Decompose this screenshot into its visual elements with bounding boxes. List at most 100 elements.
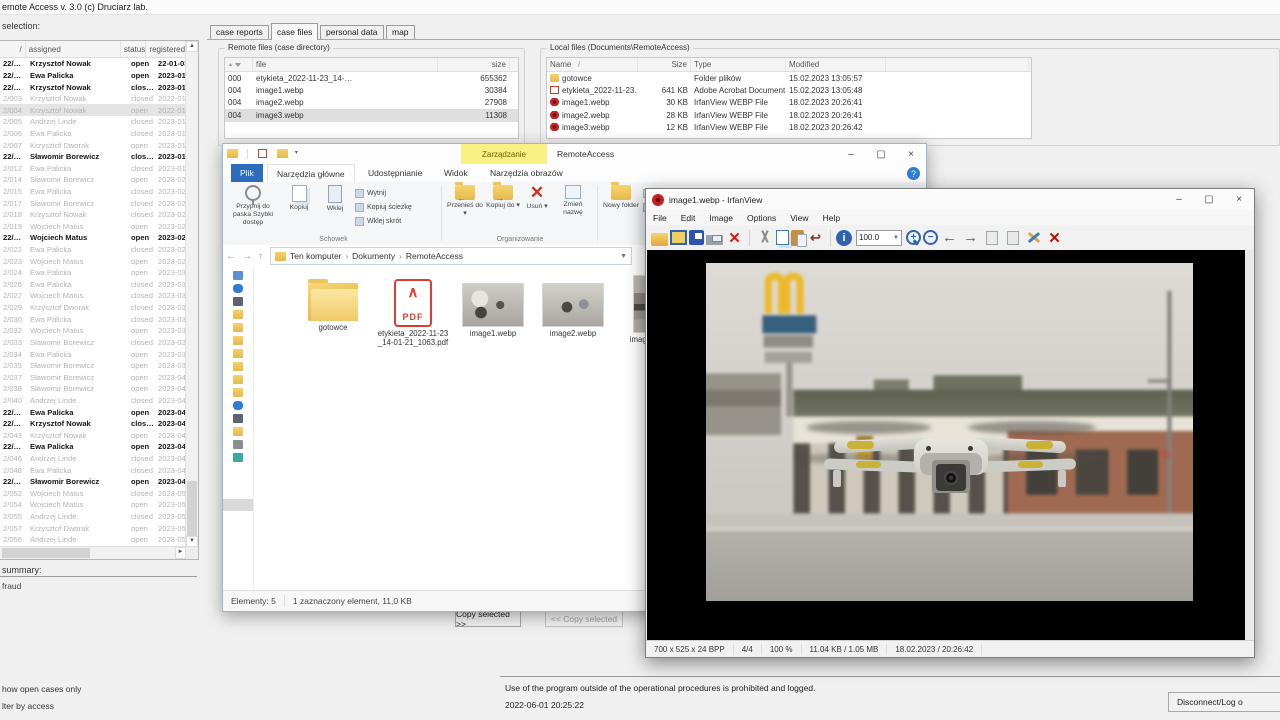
- folder-icon[interactable]: [233, 427, 243, 436]
- exit-icon[interactable]: ✕: [1045, 228, 1064, 247]
- remote-file-row[interactable]: 000 etykieta_2022-11-23_14-… 655362: [225, 72, 518, 84]
- chevron-down-icon[interactable]: ▾: [295, 150, 298, 156]
- app-tab[interactable]: personal data: [320, 25, 384, 39]
- minimize-button[interactable]: –: [1164, 189, 1194, 209]
- ribbon-small-button[interactable]: Wytnij: [355, 186, 412, 200]
- remote-col-file[interactable]: file: [253, 58, 438, 71]
- ribbon-small-button[interactable]: Kopiuj ścieżkę: [355, 200, 412, 214]
- pin-quick-access-button[interactable]: Przypnij do paska Szybki dostęp: [231, 185, 275, 226]
- onedrive-icon[interactable]: [233, 284, 243, 293]
- case-row[interactable]: 2/023 Wojciech Matus open 2023-02-26: [0, 255, 186, 267]
- etykieta_2022-11-23…[interactable]: etykieta_2022-11-23… 641 KB Adobe Acroba…: [547, 84, 1031, 96]
- copy-button[interactable]: Kopiuj: [281, 185, 317, 212]
- zoom-out-icon[interactable]: −: [923, 230, 938, 245]
- case-table-hscrollbar[interactable]: ►: [0, 546, 186, 559]
- app-tab[interactable]: case files: [271, 23, 318, 40]
- case-row[interactable]: 22/… Ewa Palicka open 2023-01…: [0, 70, 186, 82]
- undo-icon[interactable]: ↩: [806, 228, 825, 247]
- thumbnails-icon[interactable]: [670, 230, 687, 245]
- paste-icon[interactable]: [791, 230, 804, 246]
- open-icon[interactable]: [651, 233, 668, 246]
- breadcrumb-root[interactable]: Ten komputer: [290, 251, 342, 261]
- col-header-assigned[interactable]: assigned: [26, 41, 121, 57]
- save-icon[interactable]: [689, 230, 704, 245]
- col-header-registered[interactable]: registered: [146, 41, 186, 57]
- next-image-icon[interactable]: →: [961, 228, 980, 247]
- folder-icon[interactable]: [233, 323, 243, 332]
- ribbon-tab[interactable]: Narzędzia obrazów: [481, 164, 572, 182]
- drive-icon[interactable]: [233, 440, 243, 449]
- case-row[interactable]: 2/017 Sławomir Borewicz closed 2023-02-0…: [0, 197, 186, 209]
- local-col-type[interactable]: Type: [691, 58, 786, 71]
- case-row[interactable]: 22/… Sławomir Borewicz clos… 2023-01…: [0, 151, 186, 163]
- local-col-name[interactable]: Name /: [547, 58, 638, 71]
- remote-file-row[interactable]: 004 image1.webp 30384: [225, 84, 518, 96]
- print-icon[interactable]: [706, 235, 723, 245]
- local-col-extra[interactable]: [886, 58, 1029, 71]
- case-row[interactable]: 22/… Krzysztof Nowak open 22-01-03: [0, 58, 186, 70]
- breadcrumb[interactable]: Ten komputer › Dokumenty › RemoteAccess …: [270, 247, 632, 265]
- case-row[interactable]: 2/058 Andrzej Linde open 2023-05-22: [0, 534, 186, 546]
- case-row[interactable]: 22/… Ewa Palicka open 2023-04…: [0, 406, 186, 418]
- paste-button[interactable]: Wklej: [317, 185, 353, 213]
- ribbon-tab[interactable]: Plik: [231, 164, 263, 182]
- case-row[interactable]: 2/014 Sławomir Borewicz open 2023-02-01: [0, 174, 186, 186]
- case-row[interactable]: 2/029 Krzysztof Dworak closed 2023-03-12: [0, 302, 186, 314]
- quick-access-icon[interactable]: [258, 149, 267, 158]
- local-col-modified[interactable]: Modified: [786, 58, 886, 71]
- zoom-in-icon[interactable]: +: [906, 230, 921, 245]
- case-row[interactable]: 2/046 Andrzej Linde closed 2023-04-26: [0, 453, 186, 465]
- menu-item[interactable]: Image: [702, 213, 740, 223]
- rename-button[interactable]: Zmień nazwę: [555, 185, 591, 217]
- case-row[interactable]: 2/057 Krzysztof Dworak open 2023-05-17: [0, 522, 186, 534]
- file-item[interactable]: image1.webp: [457, 283, 529, 339]
- col-header-id[interactable]: /: [0, 41, 26, 57]
- this-pc-icon[interactable]: [233, 297, 243, 306]
- app-tab[interactable]: case reports: [210, 25, 269, 39]
- case-row[interactable]: 2/012 Ewa Palicka closed 2023-01-28: [0, 162, 186, 174]
- ribbon-tab[interactable]: Narzędzia główne: [267, 164, 355, 182]
- case-row[interactable]: 2/015 Ewa Palicka closed 2023-02-05: [0, 186, 186, 198]
- irfanview-titlebar[interactable]: image1.webp - IrfanView – ▢ ×: [646, 189, 1254, 210]
- show-open-cases-checkbox[interactable]: how open cases only: [2, 684, 81, 694]
- case-row[interactable]: 2/040 Andrzej Linde closed 2023-04-11: [0, 395, 186, 407]
- file-item[interactable]: etykieta_2022-11-23_14-01-21_1063.pdf: [377, 279, 449, 348]
- ribbon-small-button[interactable]: Wklej skrót: [355, 214, 412, 228]
- case-row[interactable]: 2/055 Andrzej Linde closed 2023-05-15: [0, 511, 186, 523]
- settings-icon[interactable]: [1024, 228, 1043, 247]
- breadcrumb-leaf[interactable]: RemoteAccess: [406, 251, 463, 261]
- image1.webp[interactable]: image1.webp 30 KB IrfanView WEBP File 18…: [547, 97, 1031, 109]
- previous-image-icon[interactable]: ←: [940, 228, 959, 247]
- remote-files-header[interactable]: ▲ file size: [225, 58, 518, 72]
- scroll-right-icon[interactable]: ►: [175, 547, 186, 559]
- copy-selected-left-button[interactable]: << Copy selected: [545, 611, 623, 627]
- case-row[interactable]: 2/026 Ewa Palicka closed 2023-03-03: [0, 279, 186, 291]
- case-row[interactable]: 2/052 Wojciech Matus closed 2023-05-03: [0, 488, 186, 500]
- case-row[interactable]: 2/048 Ewa Palicka closed 2023-04-28: [0, 464, 186, 476]
- app-tab[interactable]: map: [386, 25, 415, 39]
- hscroll-thumb[interactable]: [2, 548, 90, 558]
- network-icon[interactable]: [233, 453, 243, 462]
- copy-selected-right-button[interactable]: Copy selected >>: [455, 611, 521, 627]
- quick-access-icon[interactable]: [233, 271, 243, 280]
- this-pc-icon[interactable]: [233, 414, 243, 423]
- first-page-icon[interactable]: [986, 231, 998, 245]
- case-row[interactable]: 2/007 Krzysztof Dworak open 2023-01-23: [0, 139, 186, 151]
- case-row[interactable]: 2/054 Wojciech Matus open 2023-05-11: [0, 499, 186, 511]
- file-item[interactable]: gotowce: [297, 283, 369, 333]
- move-to-button[interactable]: ← Przenieś do ▾: [447, 185, 483, 218]
- folder-icon[interactable]: [233, 310, 243, 319]
- breadcrumb-mid[interactable]: Dokumenty: [352, 251, 395, 261]
- onedrive-icon[interactable]: [233, 401, 243, 410]
- remote-file-row[interactable]: 004 image3.webp 11308: [225, 109, 518, 121]
- case-row[interactable]: 22/… Sławomir Borewicz open 2023-04…: [0, 476, 186, 488]
- cut-icon[interactable]: [755, 228, 774, 247]
- maximize-button[interactable]: ▢: [1194, 189, 1224, 209]
- case-row[interactable]: 2/037 Sławomir Borewicz open 2023-04-01: [0, 371, 186, 383]
- case-row[interactable]: 2/033 Sławomir Borewicz closed 2023-03-2…: [0, 337, 186, 349]
- case-row[interactable]: 2/034 Ewa Palicka open 2023-03-28: [0, 348, 186, 360]
- case-row[interactable]: 2/003 Krzysztof Nowak closed 2022-01-03: [0, 93, 186, 105]
- col-header-status[interactable]: status: [121, 41, 147, 57]
- zoom-input[interactable]: 100.0▼: [856, 230, 902, 246]
- local-files-header[interactable]: Name / Size Type Modified: [547, 58, 1031, 72]
